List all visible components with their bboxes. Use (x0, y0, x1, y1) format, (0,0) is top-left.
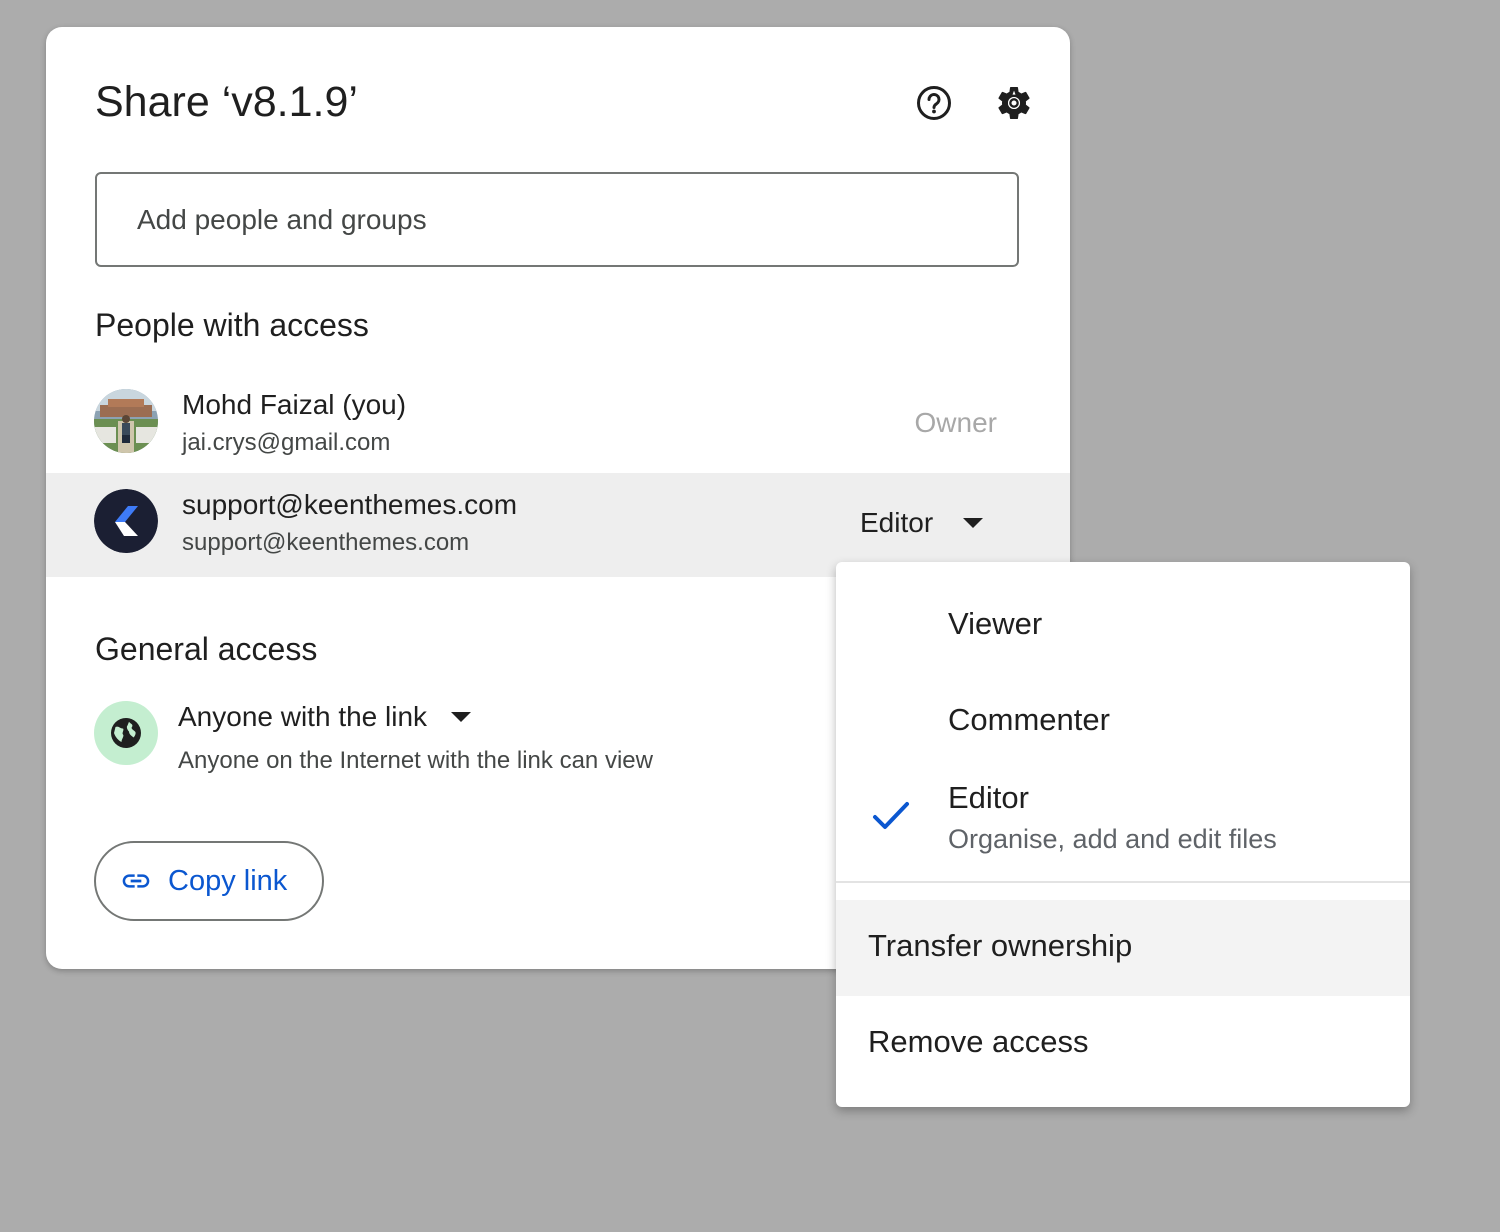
copy-link-label: Copy link (168, 864, 288, 897)
people-section-title: People with access (95, 307, 369, 343)
dialog-title: Share ‘v8.1.9’ (95, 78, 358, 126)
user-photo-avatar (94, 389, 158, 453)
role-menu: Viewer Commenter Editor Organise, add an… (836, 562, 1410, 1107)
globe-icon (94, 701, 158, 765)
checkmark-icon (873, 802, 909, 829)
general-access-description: Anyone on the Internet with the link can… (178, 747, 653, 774)
menu-item-label: Commenter (948, 702, 1110, 737)
menu-item-commenter[interactable]: Commenter (836, 672, 1410, 762)
menu-item-label: Transfer ownership (868, 928, 1133, 963)
menu-item-label: Remove access (868, 1024, 1089, 1059)
menu-item-label: Editor (948, 780, 1029, 815)
role-dropdown-label: Editor (860, 507, 934, 538)
gear-icon[interactable] (994, 83, 1034, 123)
person-email: support@keenthemes.com (182, 529, 470, 556)
menu-divider (836, 881, 1410, 883)
person-email: jai.crys@gmail.com (182, 429, 391, 456)
general-access-selection: Anyone with the link (178, 701, 428, 732)
menu-item-viewer[interactable]: Viewer (836, 562, 1410, 658)
menu-item-description: Organise, add and edit files (948, 824, 1277, 854)
person-name: Mohd Faizal (you) (182, 389, 407, 420)
caret-down-icon (963, 518, 984, 528)
menu-item-transfer-ownership[interactable]: Transfer ownership (836, 900, 1410, 996)
menu-item-editor[interactable]: Editor Organise, add and edit files (836, 762, 1410, 880)
copy-link-button[interactable]: Copy link (94, 841, 324, 921)
help-icon[interactable] (914, 83, 954, 123)
general-access-dropdown[interactable]: Anyone with the link (178, 701, 472, 733)
keenthemes-logo-avatar (94, 489, 158, 553)
menu-item-label: Viewer (948, 606, 1043, 641)
add-people-input[interactable] (95, 172, 1019, 267)
person-row-owner: Mohd Faizal (you) jai.crys@gmail.com Own… (46, 373, 1070, 477)
person-name: support@keenthemes.com (182, 489, 518, 520)
caret-down-icon (451, 712, 472, 722)
role-dropdown-button[interactable]: Editor (860, 507, 984, 539)
owner-role-label: Owner (914, 407, 997, 438)
link-icon (122, 874, 150, 888)
general-access-title: General access (95, 631, 318, 667)
menu-item-remove-access[interactable]: Remove access (836, 996, 1410, 1092)
